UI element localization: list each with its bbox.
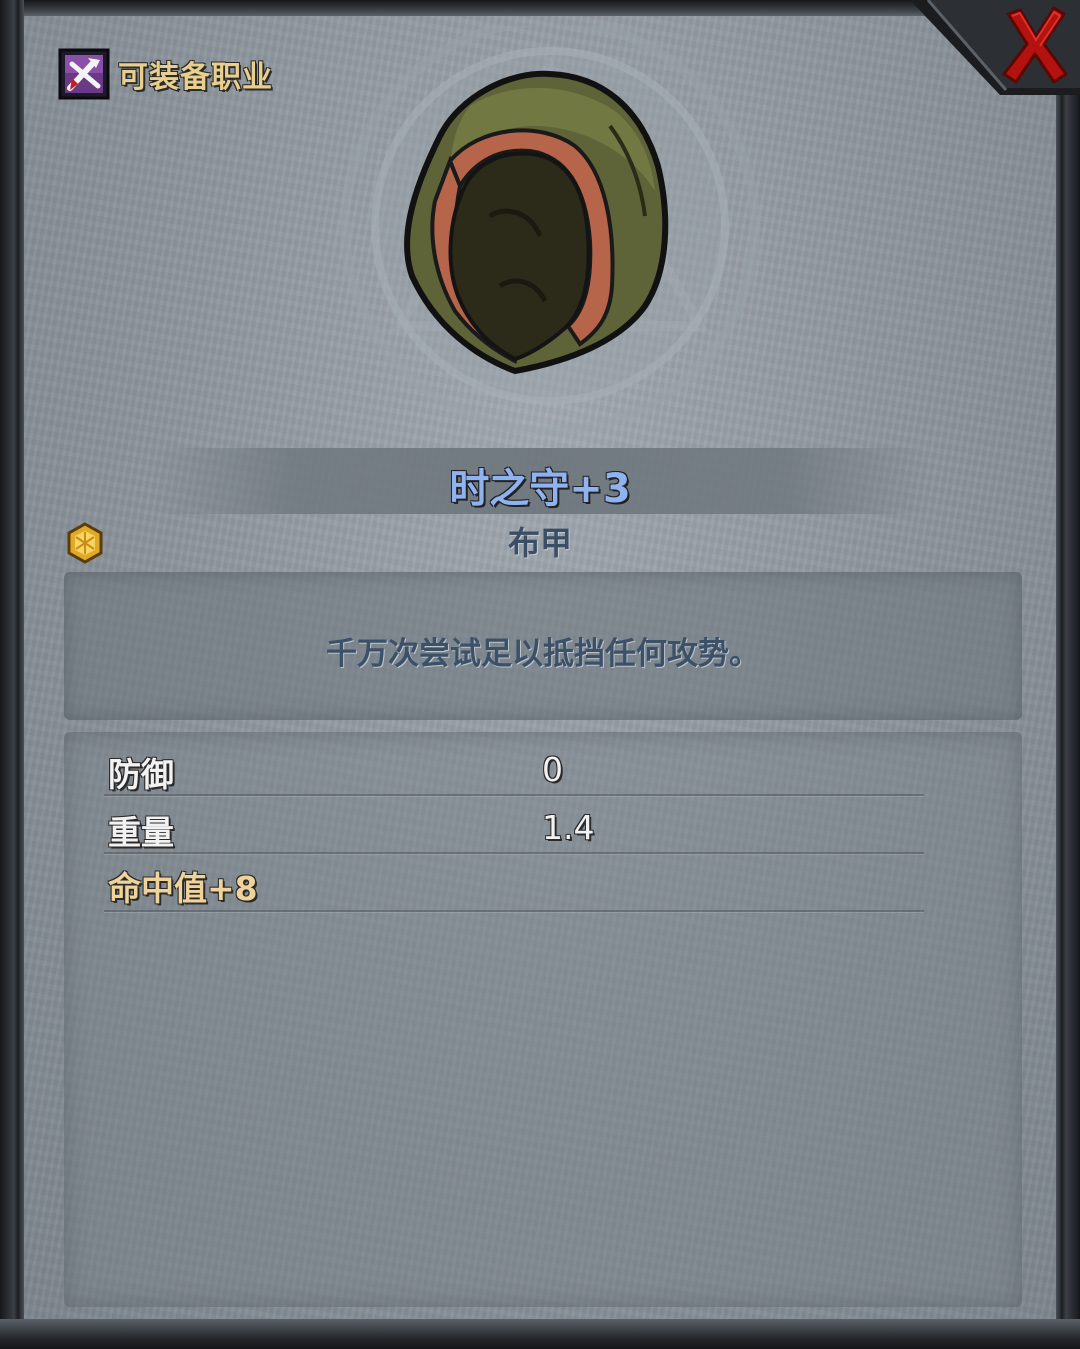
description-panel: 千万次尝试足以抵挡任何攻势。 xyxy=(64,572,1022,720)
green-hood-icon xyxy=(340,26,760,436)
item-type: 布甲 xyxy=(507,524,572,562)
equippable-class-label: 可装备职业 xyxy=(118,60,273,95)
item-description: 千万次尝试足以抵挡任何攻势。 xyxy=(326,636,760,672)
stat-bonus: 命中值+8 xyxy=(108,869,258,908)
stat-label: 防御 xyxy=(108,755,174,794)
stat-row-weight: 重量 1.4 xyxy=(104,796,924,854)
stat-label: 重量 xyxy=(108,813,174,852)
stat-value: 1.4 xyxy=(542,808,595,847)
equippable-class-header: 可装备职业 xyxy=(58,46,273,102)
stat-value: 0 xyxy=(542,750,563,789)
stat-row-defense: 防御 0 xyxy=(104,738,924,796)
crossed-tools-icon[interactable] xyxy=(58,48,110,100)
frame-border-bottom xyxy=(0,1319,1080,1349)
frame-border-left xyxy=(0,0,24,1349)
close-x-icon[interactable] xyxy=(1000,4,1070,84)
stats-panel: 防御 0 重量 1.4 命中值+8 xyxy=(64,732,1022,1307)
stat-row-bonus: 命中值+8 xyxy=(104,854,924,912)
frame-border-right xyxy=(1056,0,1080,1349)
item-name: 时之守+3 xyxy=(449,466,631,512)
